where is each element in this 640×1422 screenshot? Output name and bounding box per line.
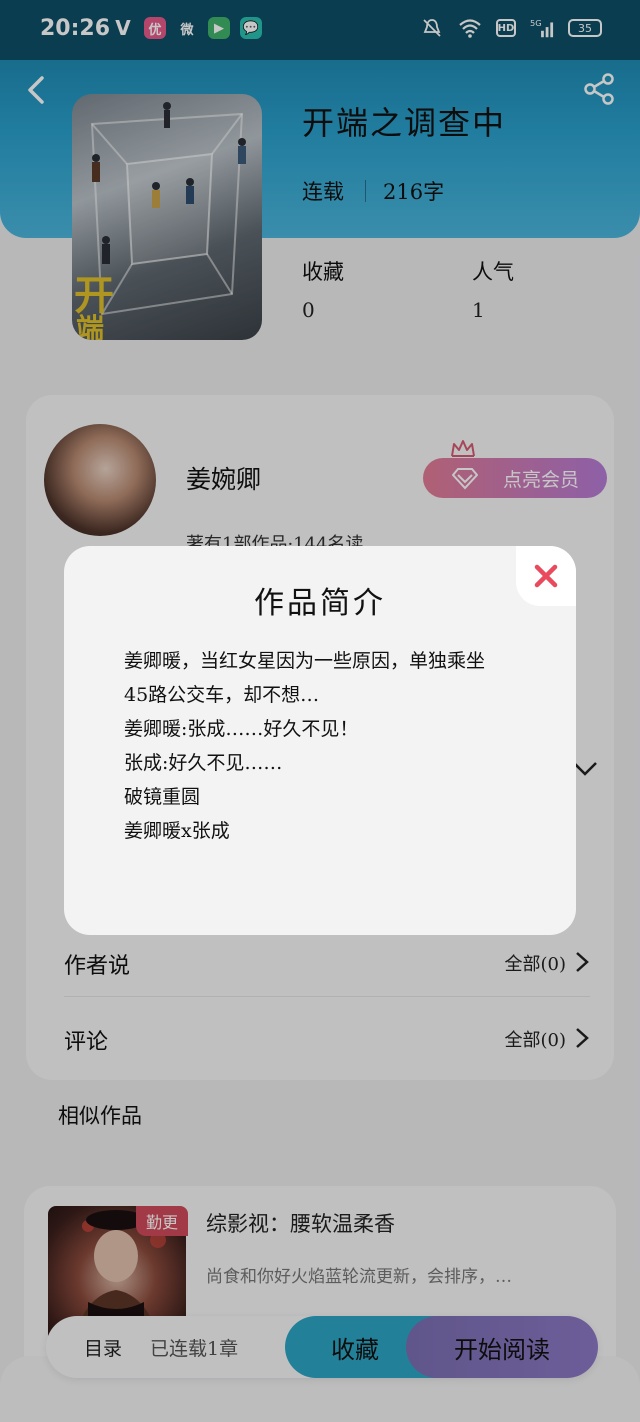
synopsis-line: 姜卿暖:张成……好久不见！ <box>124 718 359 740</box>
synopsis-line: 张成:好久不见…… <box>124 752 283 774</box>
synopsis-line: 45路公交车，却不想… <box>124 684 320 706</box>
synopsis-line: 破镜重圆 <box>124 786 201 808</box>
synopsis-line: 姜卿暖x张成 <box>124 820 230 842</box>
synopsis-text: 姜卿暖，当红女星因为一些原因，单独乘坐 45路公交车，却不想… 姜卿暖:张成……… <box>124 644 544 848</box>
synopsis-line: 姜卿暖，当红女星因为一些原因，单独乘坐 <box>124 650 486 672</box>
dialog-title: 作品简介 <box>254 586 386 621</box>
